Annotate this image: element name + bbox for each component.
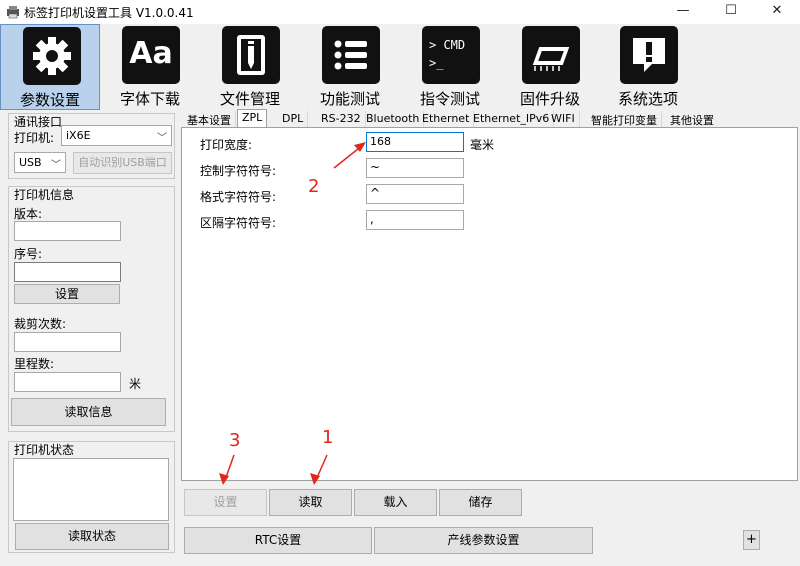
format-char-label: 格式字符符号: — [200, 190, 277, 204]
cut-count-field[interactable] — [14, 332, 121, 352]
command-prompt-icon: > CMD >_ — [422, 26, 480, 84]
tab-dpl[interactable]: DPL — [278, 111, 309, 128]
chip-icon — [522, 26, 580, 84]
printer-model-select[interactable]: iX6E ﹀ — [61, 125, 172, 146]
tab-bluetooth[interactable]: Bluetooth — [362, 111, 425, 128]
auto-detect-usb-button[interactable]: 自动识别USB端口 — [73, 152, 172, 174]
printer-info-group: 打印机信息 版本: 序号: 设置 裁剪次数: 里程数: 米 读取信息 — [8, 186, 175, 432]
mileage-unit: 米 — [129, 377, 142, 391]
version-label: 版本: — [14, 207, 43, 221]
chevron-down-icon: ﹀ — [157, 133, 167, 144]
toolbar-label: 文件管理 — [219, 90, 280, 108]
window-title: 标签打印机设置工具 V1.0.0.41 — [24, 6, 194, 20]
port-value: USB — [19, 156, 42, 169]
rtc-settings-button[interactable]: RTC设置 — [184, 527, 372, 554]
set-button[interactable]: 设置 — [184, 489, 267, 516]
toolbar-label: 指令测试 — [419, 90, 480, 108]
minimize-button[interactable]: — — [660, 0, 706, 24]
serial-set-button[interactable]: 设置 — [14, 284, 120, 304]
toolbar-function-test-button[interactable]: 功能测试 — [300, 24, 400, 110]
save-button[interactable]: 储存 — [439, 489, 522, 516]
tab-wifi[interactable]: WIFI — [547, 111, 580, 128]
tab-ethernet[interactable]: Ethernet — [418, 111, 475, 128]
close-button[interactable]: ✕ — [754, 0, 800, 24]
maximize-button[interactable]: ☐ — [708, 0, 754, 24]
comm-group-title: 通讯接口 — [14, 115, 63, 129]
version-field[interactable] — [14, 221, 121, 241]
info-group-title: 打印机信息 — [14, 188, 75, 202]
toolbar-label: 字体下载 — [119, 90, 180, 108]
toolbar-label: 功能测试 — [319, 90, 380, 108]
printer-status-group: 打印机状态 读取状态 — [8, 441, 175, 553]
print-width-field[interactable]: 168 — [366, 132, 464, 152]
load-button[interactable]: 载入 — [354, 489, 437, 516]
tab-basic-settings[interactable]: 基本设置 — [183, 111, 236, 128]
delimiter-char-label: 区隔字符符号: — [200, 216, 277, 230]
chevron-down-icon: ﹀ — [51, 160, 61, 171]
control-char-field[interactable]: ~ — [366, 158, 464, 178]
mileage-field[interactable] — [14, 372, 121, 392]
tab-ethernet-ipv6[interactable]: Ethernet_IPv6 — [469, 111, 555, 128]
toolbar-label: 系统选项 — [617, 90, 678, 108]
status-text-area[interactable] — [13, 458, 169, 521]
tab-other-settings[interactable]: 其他设置 — [666, 111, 718, 128]
message-alert-icon — [620, 26, 678, 84]
production-params-button[interactable]: 产线参数设置 — [374, 527, 593, 554]
cut-count-label: 裁剪次数: — [14, 317, 67, 331]
delimiter-char-field[interactable]: , — [366, 210, 464, 230]
annotation-number-1: 1 — [322, 427, 334, 448]
printer-app-icon — [7, 6, 19, 19]
expand-plus-button[interactable]: + — [743, 530, 760, 550]
format-char-field[interactable]: ^ — [366, 184, 464, 204]
printer-model-label: 打印机: — [14, 131, 55, 145]
font-aa-icon: Aa — [122, 26, 180, 84]
zpl-settings-panel: 打印宽度: 168 毫米 控制字符符号: ~ 格式字符符号: ^ 区隔字符符号:… — [181, 127, 798, 481]
port-select[interactable]: USB ﹀ — [14, 152, 66, 173]
read-button[interactable]: 读取 — [269, 489, 352, 516]
title-bar: 标签打印机设置工具 V1.0.0.41 — ☐ ✕ — [0, 0, 800, 24]
main-toolbar: 参数设置 Aa 字体下载 文件管理 功能测试 > CMD >_ 指令测试 固件升… — [0, 24, 800, 110]
toolbar-font-button[interactable]: Aa 字体下载 — [100, 24, 200, 110]
read-info-button[interactable]: 读取信息 — [11, 398, 166, 426]
tab-smart-print-vars[interactable]: 智能打印变量 — [587, 111, 662, 128]
tab-zpl[interactable]: ZPL — [237, 109, 268, 129]
mileage-label: 里程数: — [14, 357, 55, 371]
gear-icon — [23, 27, 81, 85]
toolbar-files-button[interactable]: 文件管理 — [200, 24, 300, 110]
toolbar-label: 参数设置 — [19, 91, 80, 109]
toolbar-label: 固件升级 — [519, 90, 580, 108]
toolbar-firmware-button[interactable]: 固件升级 — [500, 24, 600, 110]
list-icon — [322, 26, 380, 84]
file-pencil-icon — [222, 26, 280, 84]
print-width-unit: 毫米 — [470, 138, 495, 152]
serial-label: 序号: — [14, 247, 43, 261]
toolbar-command-test-button[interactable]: > CMD >_ 指令测试 — [400, 24, 500, 110]
toolbar-params-button[interactable]: 参数设置 — [0, 24, 100, 110]
printer-model-value: iX6E — [66, 129, 91, 142]
read-status-button[interactable]: 读取状态 — [15, 523, 169, 550]
control-char-label: 控制字符符号: — [200, 164, 277, 178]
serial-field[interactable] — [14, 262, 121, 282]
print-width-label: 打印宽度: — [200, 138, 253, 152]
annotation-number-3: 3 — [229, 430, 241, 451]
toolbar-system-options-button[interactable]: 系统选项 — [598, 24, 698, 110]
comm-interface-group: 通讯接口 打印机: iX6E ﹀ USB ﹀ 自动识别USB端口 — [8, 113, 175, 179]
tab-rs232[interactable]: RS-232 — [317, 111, 366, 128]
annotation-number-2: 2 — [308, 176, 320, 197]
status-group-title: 打印机状态 — [14, 443, 75, 457]
